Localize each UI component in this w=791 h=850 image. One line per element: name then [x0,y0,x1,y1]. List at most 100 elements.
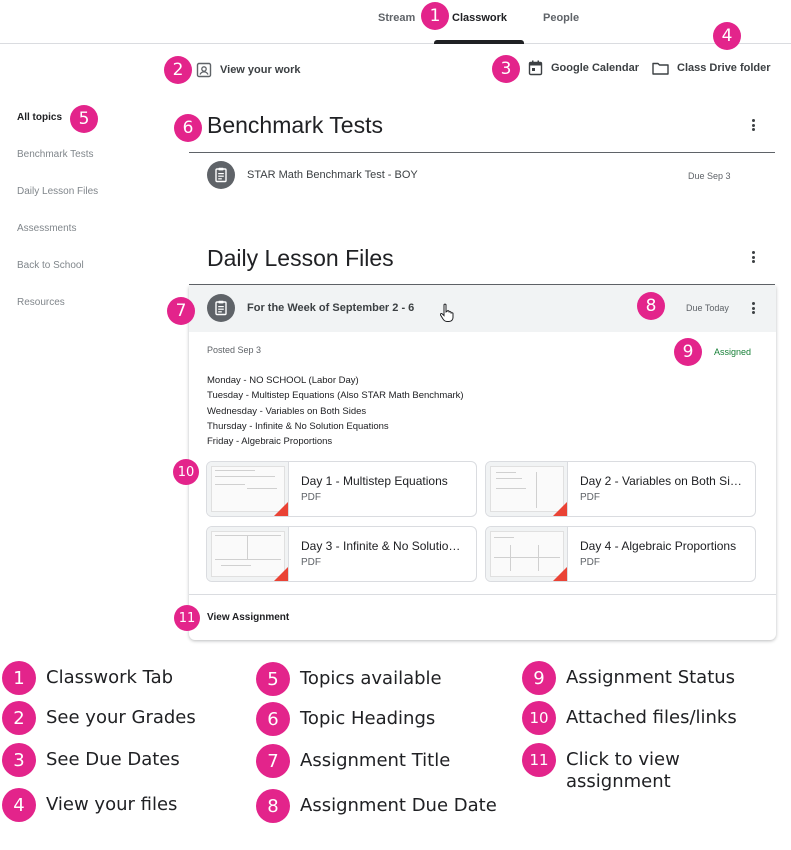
attachment-type: PDF [301,557,321,568]
legend-item: 3 See Due Dates [2,743,180,777]
card-divider [189,594,776,595]
legend-number: 5 [256,662,290,696]
pdf-icon [274,502,288,516]
hand-cursor-icon [440,303,454,322]
legend-item: 11 Click to view assignment [522,743,716,793]
legend-item: 9 Assignment Status [522,661,735,695]
topic-divider [189,284,775,285]
tab-stream[interactable]: Stream [378,12,415,24]
assignment-title[interactable]: For the Week of September 2 - 6 [247,302,414,314]
sidebar-item-benchmark-tests[interactable]: Benchmark Tests [17,149,94,160]
legend-item: 10 Attached files/links [522,701,737,735]
legend-item: 6 Topic Headings [256,702,435,736]
top-tab-bar: Stream Classwork People [0,0,791,44]
sidebar-item-back-to-school[interactable]: Back to School [17,260,84,271]
google-calendar-button[interactable]: Google Calendar [528,60,639,76]
active-tab-indicator [434,40,524,44]
attachment-name: Day 4 - Algebraic Proportions [580,539,737,553]
sidebar-item-all-topics[interactable]: All topics [17,112,62,123]
legend-number: 3 [2,743,36,777]
description-line: Thursday - Infinite & No Solution Equati… [207,420,389,432]
attachment-name: Day 2 - Variables on Both Sides [580,474,746,488]
sidebar-item-assessments[interactable]: Assessments [17,223,76,234]
pdf-thumbnail [207,462,289,516]
pdf-icon [553,567,567,581]
callout-8: 8 [637,292,665,320]
tab-people[interactable]: People [543,12,579,24]
callout-4: 4 [713,22,741,50]
calendar-icon [528,60,543,76]
description-line: Monday - NO SCHOOL (Labor Day) [207,375,359,386]
topic-more-options-icon[interactable] [745,248,761,266]
legend-number: 6 [256,702,290,736]
pdf-thumbnail [486,527,568,581]
sidebar-item-daily-lesson-files[interactable]: Daily Lesson Files [17,186,98,197]
legend-item: 8 Assignment Due Date [256,789,497,823]
legend-item: 2 See your Grades [2,701,196,735]
assignment-title: STAR Math Benchmark Test - BOY [247,169,418,181]
legend-item: 5 Topics available [256,662,442,696]
topic-heading-daily-lesson-files: Daily Lesson Files [207,245,394,271]
description-line: Tuesday - Multistep Equations (Also STAR… [207,390,464,402]
callout-2: 2 [164,56,192,84]
legend-text: Topic Headings [300,708,436,729]
legend-text: Assignment Due Date [300,795,497,816]
legend-text: View your files [46,794,178,815]
pdf-icon [274,567,288,581]
topic-divider [189,152,775,153]
assignment-due-date: Due Today [686,303,729,313]
view-your-work-button[interactable]: View your work [196,62,301,78]
legend-text: See Due Dates [46,749,180,770]
attachment-card[interactable]: Day 4 - Algebraic Proportions PDF [485,526,756,582]
callout-5: 5 [70,105,98,133]
view-assignment-link[interactable]: View Assignment [207,612,289,623]
folder-icon [652,62,669,75]
pdf-thumbnail [207,527,289,581]
legend-number: 7 [256,744,290,778]
attachment-card[interactable]: Day 1 - Multistep Equations PDF [206,461,477,517]
topic-more-options-icon[interactable] [745,116,761,134]
assignment-due-date: Due Sep 3 [688,171,731,181]
legend-item: 1 Classwork Tab [2,661,173,695]
legend-number: 1 [2,661,36,695]
sidebar-item-resources[interactable]: Resources [17,297,65,308]
assignment-description: Monday - NO SCHOOL (Labor Day) Tuesday -… [207,373,464,449]
legend-text: See your Grades [46,707,196,728]
class-drive-folder-label: Class Drive folder [677,62,771,74]
attachment-type: PDF [580,557,600,568]
description-line: Wednesday - Variables on Both Sides [207,405,367,417]
class-drive-folder-button[interactable]: Class Drive folder [652,61,771,75]
legend-text: Classwork Tab [46,667,174,688]
legend-item: 4 View your files [2,788,177,822]
attachment-card[interactable]: Day 2 - Variables on Both Sides PDF [485,461,756,517]
legend-number: 4 [2,788,36,822]
tab-classwork[interactable]: Classwork [452,12,507,24]
callout-9: 9 [674,338,702,366]
callout-10: 10 [173,459,199,485]
callout-6: 6 [174,114,202,142]
legend-text: Attached files/links [566,707,737,728]
attachment-card[interactable]: Day 3 - Infinite & No Solution Equations… [206,526,477,582]
callout-1: 1 [421,2,449,30]
legend-text: Topics available [300,668,442,689]
assignment-more-options-icon[interactable] [745,299,761,317]
legend-number: 11 [522,743,556,777]
attachment-name: Day 3 - Infinite & No Solution Equations [301,539,467,553]
callout-11: 11 [174,605,200,631]
assignment-icon [207,294,235,322]
callout-7: 7 [167,297,195,325]
topic-heading-benchmark-tests: Benchmark Tests [207,112,383,138]
legend-number: 8 [256,789,290,823]
legend-number: 2 [2,701,36,735]
legend-text: Click to view assignment [566,749,680,792]
person-badge-icon [196,62,212,78]
legend-item: 7 Assignment Title [256,744,450,778]
view-your-work-label: View your work [220,64,301,76]
assignment-status: Assigned [714,347,752,357]
legend-text: Assignment Status [566,667,736,688]
legend-number: 9 [522,661,556,695]
callout-3: 3 [492,55,520,83]
description-line: Friday - Algebraic Proportions [207,436,333,448]
assignment-icon [207,161,235,189]
attachment-name: Day 1 - Multistep Equations [301,474,448,488]
